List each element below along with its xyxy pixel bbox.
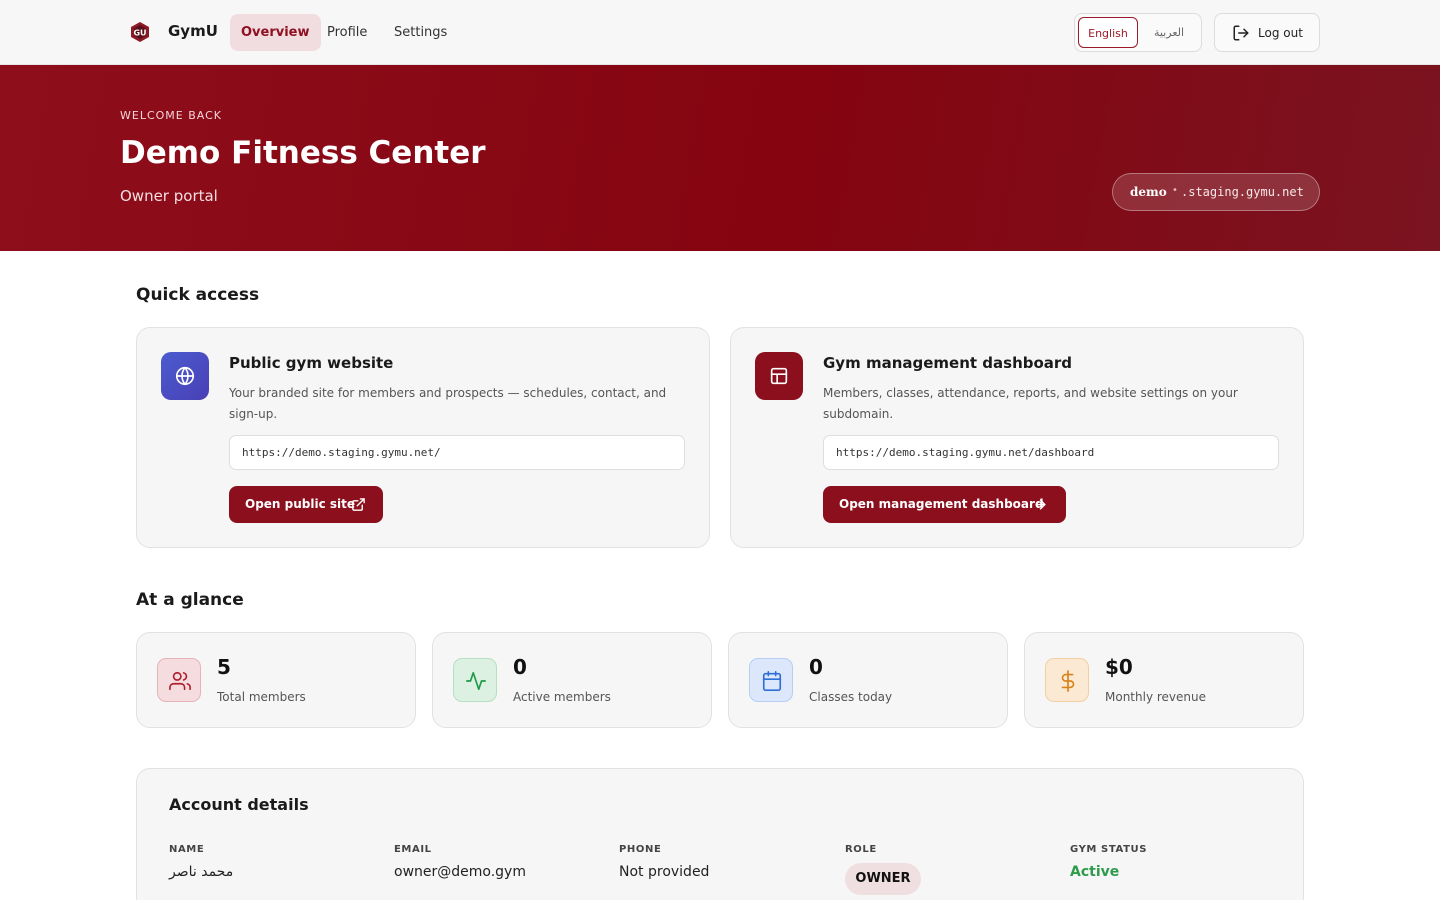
active-members-label: Active members	[513, 690, 611, 704]
monthly-revenue-label: Monthly revenue	[1105, 690, 1206, 704]
welcome-eyebrow: WELCOME BACK	[120, 109, 223, 122]
language-switcher: English العربية	[1074, 13, 1202, 52]
globe-icon	[161, 352, 209, 400]
tab-profile[interactable]: Profile	[316, 14, 378, 51]
email-label: EMAIL	[394, 844, 432, 855]
stat-active-members: 0 Active members	[432, 632, 712, 728]
at-a-glance-heading: At a glance	[136, 590, 244, 610]
monthly-revenue-value: $0	[1105, 655, 1133, 679]
subdomain-host: .staging.gymu.net	[1181, 185, 1304, 199]
management-dashboard-url[interactable]: https://demo.staging.gymu.net/dashboard	[823, 435, 1279, 470]
brand-name[interactable]: GymU	[168, 22, 218, 40]
email-value: owner@demo.gym	[394, 864, 526, 880]
stat-total-members: 5 Total members	[136, 632, 416, 728]
phone-value: Not provided	[619, 864, 710, 880]
open-management-dashboard-label: Open management dashboard	[839, 497, 1044, 511]
active-members-value: 0	[513, 655, 527, 679]
portal-subtitle: Owner portal	[120, 187, 218, 205]
users-icon	[157, 658, 201, 702]
classes-today-label: Classes today	[809, 690, 893, 704]
stat-classes-today: 0 Classes today	[728, 632, 1008, 728]
open-management-dashboard-button[interactable]: Open management dashboard	[823, 486, 1066, 523]
gymu-logo-icon[interactable]: GU	[129, 21, 151, 43]
account-email-field: EMAIL owner@demo.gym	[394, 844, 526, 880]
management-dashboard-description: Members, classes, attendance, reports, a…	[823, 386, 1238, 421]
name-label: NAME	[169, 844, 205, 855]
name-value: محمد ناصر	[169, 864, 234, 880]
public-website-card: Public gym website Your branded site for…	[136, 327, 710, 548]
layout-icon	[755, 352, 803, 400]
logout-label: Log out	[1258, 26, 1303, 40]
logout-icon	[1233, 25, 1249, 41]
subdomain-name: demo	[1130, 185, 1167, 199]
management-dashboard-title: Gym management dashboard	[823, 354, 1073, 372]
classes-today-value: 0	[809, 655, 823, 679]
public-website-url[interactable]: https://demo.staging.gymu.net/	[229, 435, 685, 470]
calendar-icon	[749, 658, 793, 702]
logout-button[interactable]: Log out	[1214, 13, 1320, 52]
total-members-label: Total members	[217, 690, 306, 704]
dollar-icon	[1045, 658, 1089, 702]
open-public-site-label: Open public site	[245, 497, 356, 511]
quick-access-heading: Quick access	[136, 285, 260, 305]
phone-label: PHONE	[619, 844, 662, 855]
account-role-field: ROLE OWNER	[845, 844, 965, 900]
language-arabic-button[interactable]: العربية	[1140, 17, 1198, 48]
gym-status-value: Active	[1070, 864, 1120, 880]
activity-icon	[453, 658, 497, 702]
subdomain-separator: •	[1172, 185, 1178, 196]
gym-status-label: GYM STATUS	[1070, 844, 1148, 855]
svg-text:GU: GU	[133, 29, 146, 38]
role-badge: OWNER	[845, 863, 921, 895]
tab-overview[interactable]: Overview	[230, 14, 321, 51]
management-dashboard-card: Gym management dashboard Members, classe…	[730, 327, 1304, 548]
public-website-description: Your branded site for members and prospe…	[229, 386, 667, 421]
account-status-field: GYM STATUS Active	[1070, 844, 1147, 880]
open-public-site-button[interactable]: Open public site	[229, 486, 383, 523]
top-navbar: GU GymU Overview Profile Settings Englis…	[0, 0, 1440, 65]
arrow-right-icon	[1035, 499, 1046, 510]
subdomain-pill: demo • .staging.gymu.net	[1112, 173, 1320, 211]
total-members-value: 5	[217, 655, 231, 679]
tab-settings[interactable]: Settings	[383, 14, 458, 51]
public-website-title: Public gym website	[229, 354, 394, 372]
account-name-field: NAME محمد ناصر	[169, 844, 233, 880]
stat-monthly-revenue: $0 Monthly revenue	[1024, 632, 1304, 728]
role-label: ROLE	[845, 844, 877, 855]
external-link-icon	[352, 498, 365, 511]
welcome-hero: WELCOME BACK Demo Fitness Center Owner p…	[0, 65, 1440, 251]
account-details-card: Account details NAME محمد ناصر EMAIL own…	[136, 768, 1304, 900]
account-details-heading: Account details	[169, 795, 309, 814]
gym-name-title: Demo Fitness Center	[120, 135, 486, 171]
account-phone-field: PHONE Not provided	[619, 844, 709, 880]
language-english-button[interactable]: English	[1078, 17, 1138, 48]
